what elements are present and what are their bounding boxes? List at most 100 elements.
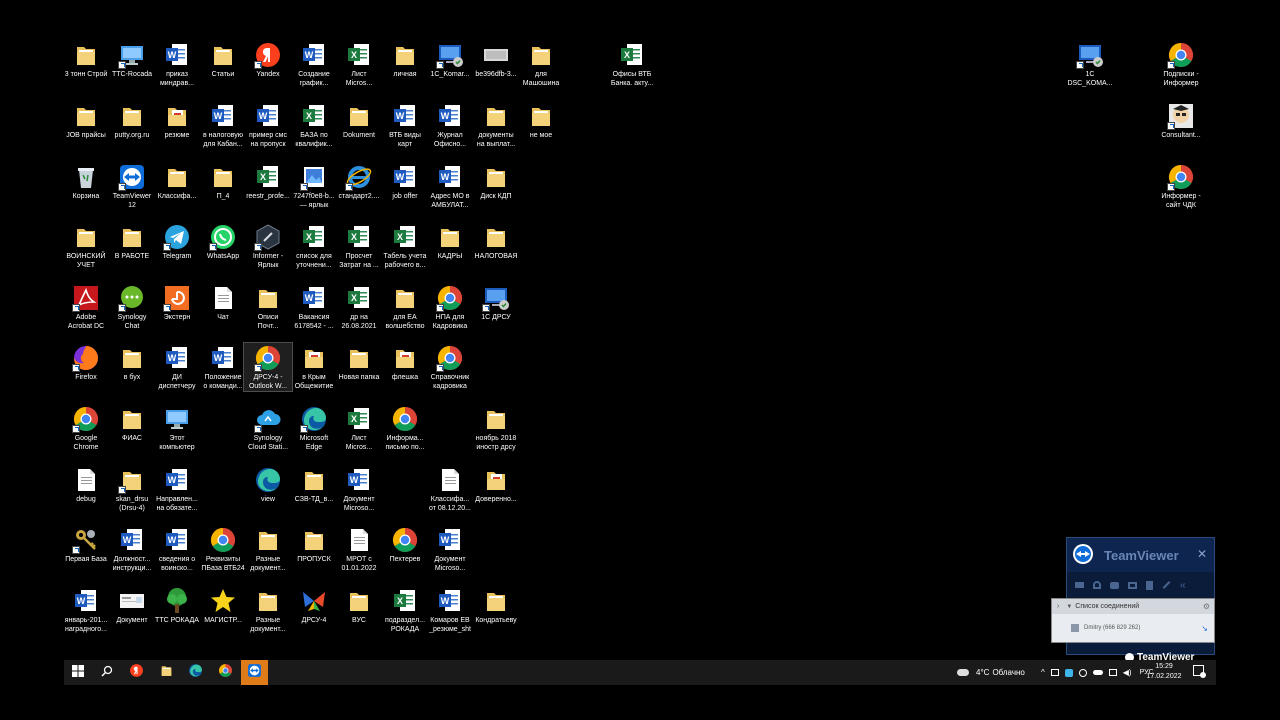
teamviewer-taskbar[interactable] [241,660,268,685]
desktop-icon-99[interactable]: W Комаров ЕВ _резюме_sht [426,586,474,634]
weather-widget[interactable]: 4°C Облачно [957,660,1025,685]
desktop-icon-23[interactable]: документы на выплат... [472,101,520,149]
desktop-icon-28[interactable]: Классифа... [153,162,201,202]
desktop-icon-30[interactable]: Xreestr_profe... [244,162,292,202]
desktop-icon-4[interactable]: Yandex [244,40,292,80]
desktop-icon-49[interactable]: Экстерн [153,283,201,323]
desktop-icon-76[interactable]: W Направлен... на обязате... [153,465,201,513]
network-icon[interactable] [1108,669,1117,676]
desktop-icon-56[interactable]: 1С ДРСУ [472,283,520,323]
desktop-icon-27[interactable]: TeamViewer 12 [108,162,156,210]
desktop-icon-22[interactable]: W Журнал Офисно... [426,101,474,149]
chevron-right-icon[interactable]: › [1057,603,1059,610]
desktop-icon-36[interactable]: Информер - сайт ЧДК [1157,162,1205,210]
desktop-icon-53[interactable]: Xдр на 26.08.2021 [335,283,383,331]
desktop-icon-69[interactable]: Synology Cloud Stati... [244,404,292,452]
notifications-button[interactable] [1193,665,1206,678]
desktop-icon-10[interactable]: для Машошина [517,40,565,88]
desktop-icon-74[interactable]: debug [62,465,110,505]
desktop-icon-24[interactable]: не мое [517,101,565,141]
desktop-icon-16[interactable]: резюме [153,101,201,141]
gear-icon[interactable]: ⚙ [1203,602,1210,611]
headset-icon[interactable] [1093,581,1101,589]
desktop-icon-81[interactable]: Доверенно... [472,465,520,505]
desktop-icon-100[interactable]: Кондратьеву [472,586,520,626]
clock[interactable]: 15:29 17.02.2022 [1144,662,1184,682]
desktop-icon-61[interactable]: ДРСУ-4 - Outlook W... [243,342,293,392]
desktop-icon-93[interactable]: ТТС РОКАДА [153,586,201,626]
desktop-icon-25[interactable]: Consultant... [1157,101,1205,141]
desktop-icon-79[interactable]: W Документ Microso... [335,465,383,513]
desktop-icon-46[interactable]: НАЛОГОВАЯ [472,222,520,262]
video-icon[interactable] [1075,582,1084,588]
desktop-icon-20[interactable]: Dokument [335,101,383,141]
desktop-icon-19[interactable]: X БАЗА по квалифик... [290,101,338,149]
explorer-taskbar[interactable] [153,660,180,685]
desktop-icon-66[interactable]: Google Chrome [62,404,110,452]
desktop-icon-48[interactable]: Synology Chat [108,283,156,331]
desktop-icon-73[interactable]: ноябрь 2018 иностр дрсу [472,404,520,452]
desktop-icon-41[interactable]: Informer - Ярлык [244,222,292,270]
tools-icon[interactable] [1162,581,1171,589]
desktop-icon-18[interactable]: Wпример смс на пропуск [244,101,292,149]
onedrive-icon[interactable] [1092,670,1103,675]
desktop-icon-57[interactable]: Firefox [62,343,110,383]
desktop-icon-12[interactable]: 1С DSC_KOMA... [1066,40,1114,88]
desktop-icon-90[interactable]: W Документ Microso... [426,525,474,573]
desktop-icon-68[interactable]: Этот компьютер [153,404,201,452]
desktop-icon-80[interactable]: Классифа... от 08.12.20... [426,465,474,513]
desktop-icon-84[interactable]: Wсведения о воинско... [153,525,201,573]
desktop-icon-72[interactable]: Информа... письмо по... [381,404,429,452]
desktop-icon-88[interactable]: МРОТ с 01.01.2022 [335,525,383,573]
desktop-icon-62[interactable]: в Крым Общежитие [290,343,338,391]
files-icon[interactable] [1146,580,1153,590]
desktop-icon-47[interactable]: Adobe Acrobat DC [62,283,110,331]
chrome-taskbar[interactable] [212,660,239,685]
screen-icon[interactable] [1128,581,1137,589]
desktop-icon-14[interactable]: JOB прайсы [62,101,110,141]
volume-icon[interactable]: ◀) [1123,668,1132,677]
kaspersky-icon[interactable] [1064,668,1073,677]
desktop-icon-39[interactable]: Telegram [153,222,201,262]
yandex-taskbar[interactable] [123,660,150,685]
desktop-icon-8[interactable]: 1С_Komar... [426,40,474,80]
chat-icon[interactable] [1110,581,1119,589]
desktop-icon-91[interactable]: Wянварь-201... наградного... [62,586,110,634]
desktop-icon-51[interactable]: Описи Почт... [244,283,292,331]
desktop-icon-43[interactable]: X Просчет Затрат на ... [335,222,383,270]
desktop-icon-65[interactable]: Справочник кадровика [426,343,474,391]
desktop-icon-44[interactable]: X Табель учета рабочего в... [381,222,429,270]
desktop-icon-45[interactable]: КАДРЫ [426,222,474,262]
chevron-up-icon[interactable]: ^ [1041,668,1045,677]
desktop-icon-71[interactable]: X Лист Micros... [335,404,383,452]
desktop-icon-26[interactable]: Корзина [62,162,110,202]
tray-app-icon[interactable] [1050,669,1059,676]
sync-icon[interactable] [1078,668,1087,677]
desktop-icon-2[interactable]: Wприказ миндрав... [153,40,201,88]
desktop-icon-31[interactable]: 7247f0e8-b... — ярлык [290,162,338,210]
start-button[interactable] [64,660,91,685]
collapse-icon[interactable]: « [1180,580,1186,591]
desktop-icon-63[interactable]: Новая папка [335,343,383,383]
desktop-icon-11[interactable]: X Офисы ВТБ Банка. акту... [608,40,656,88]
edge-taskbar[interactable] [182,660,209,685]
desktop-icon-86[interactable]: Разные документ... [244,525,292,573]
desktop-icon-32[interactable]: стандарт2.... [335,162,383,202]
pin-icon[interactable]: ↘ [1201,624,1208,633]
desktop-icon-6[interactable]: X Лист Micros... [335,40,383,88]
desktop-icon-0[interactable]: 3 тонн Строй [62,40,110,80]
teamviewer-connection-list[interactable]: › ▼ Список соединений ⚙ Dmitry (666 829 … [1051,598,1215,643]
desktop-icon-59[interactable]: W ДИ диспетчеру [153,343,201,391]
desktop-icon-35[interactable]: Диск КДП [472,162,520,202]
desktop-icon-82[interactable]: Первая База [62,525,110,565]
desktop-icon-13[interactable]: Подписки - Информер [1157,40,1205,88]
desktop-icon-55[interactable]: НПА для Кадровика [426,283,474,331]
search-button[interactable] [93,660,120,685]
desktop-icon-77[interactable]: view [244,465,292,505]
desktop-icon-97[interactable]: ВУС [335,586,383,626]
list-header-row[interactable]: › ▼ Список соединений ⚙ [1052,599,1214,614]
connection-row[interactable]: Dmitry (666 829 262) ↘ [1052,621,1214,635]
desktop-icon-37[interactable]: ВОИНСКИЙ УЧЕТ [62,222,110,270]
close-icon[interactable]: ✕ [1197,547,1207,561]
desktop-icon-34[interactable]: W Адрес МО в АМБУЛАТ... [426,162,474,210]
